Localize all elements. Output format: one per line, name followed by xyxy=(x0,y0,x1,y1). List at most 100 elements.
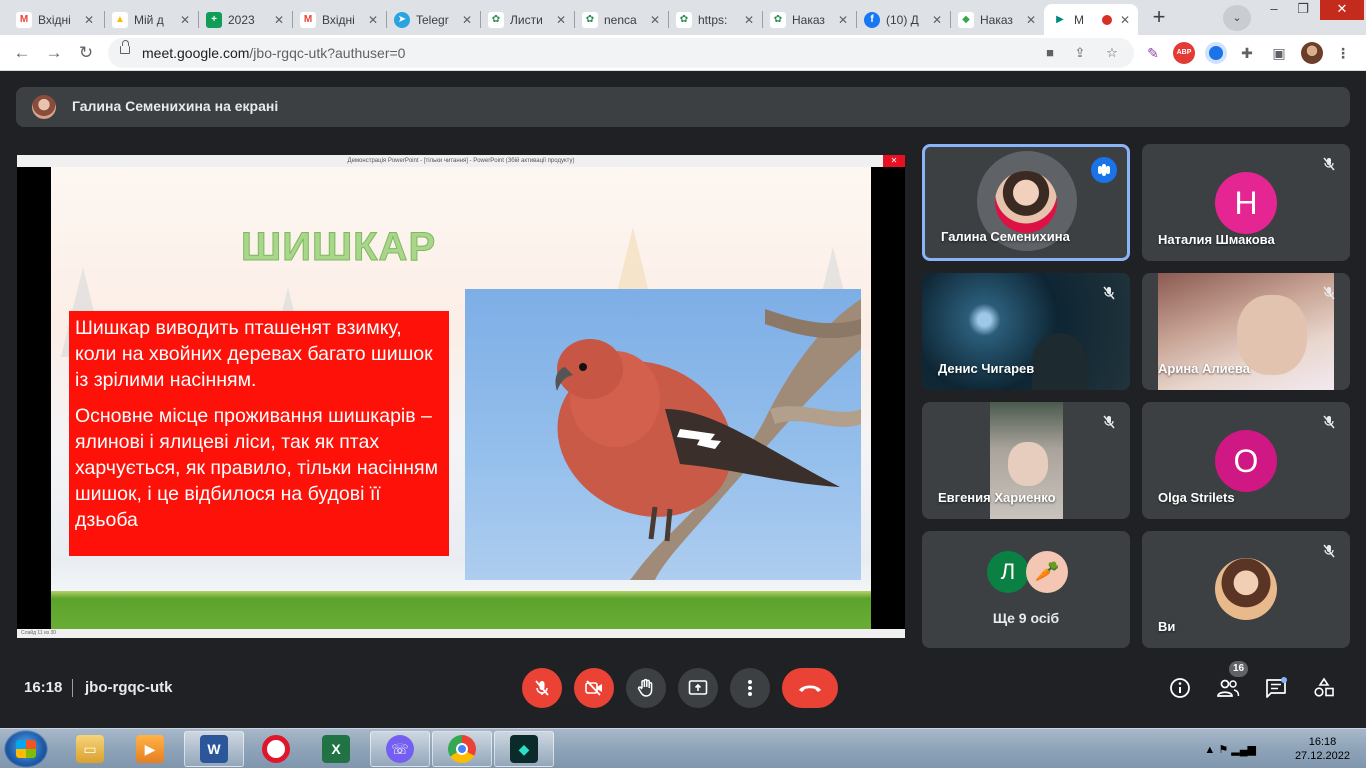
extension-icon[interactable] xyxy=(1205,42,1227,64)
browser-tab[interactable]: ➤ Telegr ✕ xyxy=(386,4,480,35)
system-tray-clock[interactable]: 16:18 27.12.2022 xyxy=(1295,735,1350,763)
speaking-indicator-icon xyxy=(1091,157,1117,183)
people-button[interactable] xyxy=(1216,676,1240,700)
browser-tab[interactable]: M Вхідні ✕ xyxy=(8,4,102,35)
participant-name: Наталия Шмакова xyxy=(1158,232,1275,247)
kebab-menu-icon[interactable]: ⋮ xyxy=(1332,42,1354,64)
close-icon[interactable]: ✕ xyxy=(1120,13,1130,27)
pen-extension-icon[interactable]: ✎ xyxy=(1142,42,1164,64)
word-icon: W xyxy=(200,735,228,763)
profile-avatar[interactable] xyxy=(1301,42,1323,64)
taskbar-excel[interactable]: X xyxy=(306,731,366,767)
viber-icon: ☏ xyxy=(386,735,414,763)
tray-icons[interactable]: ▲ ⚑ ▂▄▆ xyxy=(1204,743,1256,756)
new-tab-button[interactable]: + xyxy=(1146,6,1172,30)
forward-arrow-icon[interactable]: → xyxy=(42,41,66,65)
browser-tab[interactable]: + 2023 ✕ xyxy=(198,4,292,35)
slide-ground-band xyxy=(51,591,871,629)
ppt-window-title: Демонстрація PowerPoint - [тільки читанн… xyxy=(347,158,575,164)
tab-label: Вхідні xyxy=(38,12,71,27)
camera-icon[interactable]: ■ xyxy=(1040,43,1060,63)
taskbar-filmora[interactable]: ◆ xyxy=(494,731,554,767)
browser-tab[interactable]: ✿ nenca ✕ xyxy=(574,4,668,35)
restore-icon[interactable]: ❐ xyxy=(1289,0,1317,20)
close-icon[interactable]: ✕ xyxy=(368,13,378,27)
participant-tile-self[interactable]: Ви xyxy=(1142,531,1350,648)
back-arrow-icon[interactable]: ← xyxy=(10,41,34,65)
participant-tile[interactable]: Н Наталия Шмакова xyxy=(1142,144,1350,261)
taskbar-explorer[interactable]: ▭ xyxy=(60,731,120,767)
raise-hand-button[interactable] xyxy=(626,668,666,708)
avatar: Н xyxy=(1215,172,1277,234)
participant-tile[interactable]: O Olga Strilets xyxy=(1142,402,1350,519)
adblock-icon[interactable]: ABP xyxy=(1173,42,1195,64)
more-participants-tile[interactable]: Л 🥕 Ще 9 осіб xyxy=(922,531,1130,648)
shapes-icon xyxy=(1314,677,1334,697)
browser-tab[interactable]: ▲ Мій д ✕ xyxy=(104,4,198,35)
meeting-clock: 16:18 xyxy=(24,679,63,696)
globe-icon: ✿ xyxy=(488,11,504,28)
close-icon[interactable]: ✕ xyxy=(650,13,660,27)
bookmark-star-icon[interactable]: ☆ xyxy=(1102,43,1122,63)
leave-call-button[interactable] xyxy=(782,668,838,708)
taskbar-media-player[interactable]: ▶ xyxy=(120,731,180,767)
close-icon[interactable]: ✕ xyxy=(180,13,190,27)
screen-share-view: Демонстрація PowerPoint - [тільки читанн… xyxy=(17,155,905,638)
browser-tab[interactable]: M Вхідні ✕ xyxy=(292,4,386,35)
browser-tab[interactable]: ◆ Наказ ✕ xyxy=(950,4,1044,35)
meeting-details-button[interactable] xyxy=(1168,676,1192,700)
close-icon[interactable]: ✕ xyxy=(932,13,942,27)
slide-counter: Слайд 11 из 30 xyxy=(21,630,57,636)
side-panel-icon[interactable]: ▣ xyxy=(1268,42,1290,64)
address-bar[interactable]: meet.google.com/jbo-rgqc-utk?authuser=0 … xyxy=(108,38,1134,68)
browser-tab-strip: M Вхідні ✕ ▲ Мій д ✕ + 2023 ✕ M Вхідні ✕… xyxy=(0,0,1366,35)
taskbar-word[interactable]: W xyxy=(184,731,244,767)
browser-tab[interactable]: ✿ https: ✕ xyxy=(668,4,762,35)
url-text: meet.google.com/jbo-rgqc-utk?authuser=0 xyxy=(142,45,406,61)
taskbar-viber[interactable]: ☏ xyxy=(370,731,430,767)
slide-paragraph: Шишкар виводить пташенят взимку, коли на… xyxy=(75,317,433,391)
mic-off-icon xyxy=(1318,414,1340,436)
browser-tab[interactable]: ✿ Листи ✕ xyxy=(480,4,574,35)
mic-toggle-button[interactable] xyxy=(522,668,562,708)
crossbill-photo xyxy=(465,289,861,580)
close-icon[interactable]: ✕ xyxy=(744,13,754,27)
tab-label: 2023 xyxy=(228,12,255,27)
participant-name: Денис Чигарев xyxy=(938,361,1035,376)
taskbar-chrome[interactable] xyxy=(432,731,492,767)
present-now-button[interactable] xyxy=(678,668,718,708)
chevron-down-icon[interactable]: ⌄ xyxy=(1223,5,1251,31)
chat-button[interactable] xyxy=(1264,676,1288,700)
participant-count-badge: 16 xyxy=(1229,661,1248,677)
activities-button[interactable] xyxy=(1312,676,1336,700)
minimize-icon[interactable]: – xyxy=(1260,0,1288,20)
close-icon[interactable]: ✕ xyxy=(1026,13,1036,27)
close-icon[interactable]: ✕ xyxy=(838,13,848,27)
lock-icon xyxy=(120,40,130,54)
browser-tab-active[interactable]: ▶ M ✕ xyxy=(1044,4,1138,35)
share-icon[interactable]: ⇪ xyxy=(1070,43,1090,63)
camera-toggle-button[interactable] xyxy=(574,668,614,708)
browser-tab[interactable]: f (10) Д ✕ xyxy=(856,4,950,35)
mic-off-icon xyxy=(1318,543,1340,565)
close-icon[interactable]: ✕ xyxy=(274,13,284,27)
reload-icon[interactable]: ↻ xyxy=(74,41,98,65)
more-options-button[interactable] xyxy=(730,668,770,708)
close-icon[interactable]: ✕ xyxy=(84,13,94,27)
phone-hangup-icon xyxy=(799,685,821,692)
telegram-icon: ➤ xyxy=(394,11,410,28)
mic-off-icon xyxy=(1318,285,1340,307)
close-icon[interactable]: ✕ xyxy=(462,13,472,27)
participant-tile[interactable]: Денис Чигарев xyxy=(922,273,1130,390)
excel-icon: X xyxy=(322,735,350,763)
participant-tile[interactable]: Евгения Хариенко xyxy=(922,402,1130,519)
globe-icon: ✿ xyxy=(582,11,598,28)
puzzle-icon[interactable]: ✚ xyxy=(1236,42,1258,64)
window-close-icon[interactable]: ✕ xyxy=(1320,0,1364,20)
windows-start-button[interactable] xyxy=(4,730,48,768)
browser-tab[interactable]: ✿ Наказ ✕ xyxy=(762,4,856,35)
taskbar-opera[interactable] xyxy=(246,731,306,767)
participant-tile[interactable]: Галина Семенихина xyxy=(922,144,1130,261)
participant-tile[interactable]: Арина Алиева xyxy=(1142,273,1350,390)
close-icon[interactable]: ✕ xyxy=(556,13,566,27)
